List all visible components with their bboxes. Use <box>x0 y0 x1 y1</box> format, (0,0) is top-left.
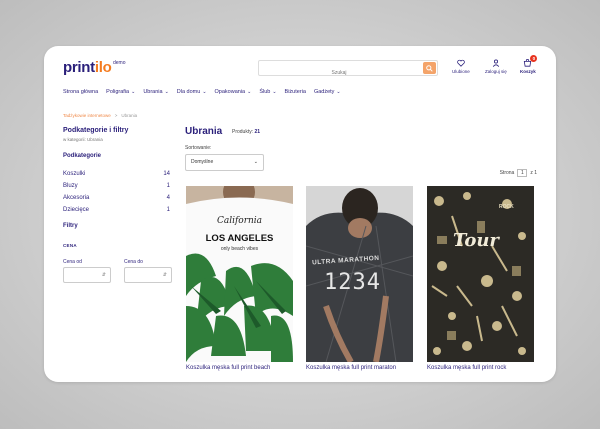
chevron-down-icon: ⌄ <box>272 89 277 95</box>
price-to-label: Cena do <box>124 259 143 265</box>
chevron-down-icon: ⌄ <box>247 89 252 95</box>
product-card-rock[interactable]: ROCK Tour Koszulka męska full print rock <box>427 186 534 371</box>
price-to-input[interactable]: ⇵ <box>124 267 172 283</box>
subcategory-koszulki[interactable]: Koszulki 14 <box>63 171 170 177</box>
sidebar-subtitle: w kategorii: Ubrania <box>63 137 103 142</box>
chevron-down-icon: ⌄ <box>253 159 258 165</box>
chevron-down-icon: ⌄ <box>336 89 341 95</box>
page-number-input[interactable]: 1 <box>517 169 528 177</box>
logo-demo-label: demo <box>113 60 126 66</box>
favorites-button[interactable]: Ulubione <box>452 59 470 74</box>
product-count: Produkty: 21 <box>232 129 261 135</box>
sort-select[interactable]: Domyślne ⌄ <box>185 154 264 171</box>
chevron-down-icon: ⌄ <box>131 89 136 95</box>
product-name[interactable]: Koszulka męska full print maraton <box>306 365 413 371</box>
nav-item-home[interactable]: Strona główna <box>63 89 98 95</box>
nav-item-gadzety[interactable]: Gadżety ⌄ <box>314 89 341 95</box>
subcategory-bluzy[interactable]: Bluzy 1 <box>63 183 170 189</box>
sort-label: Sortowanie: <box>185 145 212 151</box>
nav-item-dla-domu[interactable]: Dla domu ⌄ <box>177 89 207 95</box>
product-card-beach[interactable]: California LOS ANGELES only beach vibes … <box>186 186 293 371</box>
breadcrumb: Tadżykowie internetowe > Ubrania <box>63 113 137 118</box>
tshirt-rock-illustration <box>427 186 534 362</box>
price-from-label: Cena od <box>63 259 82 265</box>
breadcrumb-home[interactable]: Tadżykowie internetowe <box>63 113 111 118</box>
nav-item-slub[interactable]: Ślub ⌄ <box>259 89 276 95</box>
page-card: printilo demo Ulubione Zaloguj się 0 Kos… <box>44 46 556 382</box>
subcategory-dzieciece[interactable]: Dziecięce 1 <box>63 207 170 213</box>
product-name[interactable]: Koszulka męska full print beach <box>186 365 293 371</box>
page-title: Ubrania <box>185 126 223 137</box>
chevron-down-icon: ⌄ <box>202 89 207 95</box>
pager: Strona 1 z 1 <box>499 169 537 177</box>
product-image[interactable]: California LOS ANGELES only beach vibes <box>186 186 293 362</box>
chevron-down-icon: ⌄ <box>164 89 169 95</box>
nav-item-opakowania[interactable]: Opakowania ⌄ <box>215 89 252 95</box>
search-icon <box>426 64 433 72</box>
nav-item-poligrafia[interactable]: Poligrafia ⌄ <box>106 89 135 95</box>
heart-icon <box>457 59 465 67</box>
logo[interactable]: printilo <box>63 59 112 76</box>
search-input[interactable] <box>259 66 419 80</box>
breadcrumb-separator: > <box>114 113 118 118</box>
tshirt-beach-illustration <box>186 186 293 362</box>
search-bar <box>258 60 438 80</box>
nav-item-ubrania[interactable]: Ubrania ⌄ <box>143 89 168 95</box>
main-nav: Strona główna Poligrafia ⌄ Ubrania ⌄ Dla d… <box>63 89 349 95</box>
filters-heading: Filtry <box>63 223 78 229</box>
sidebar-title: Podkategorie i filtry <box>63 127 129 134</box>
price-from-input[interactable]: ⇵ <box>63 267 111 283</box>
nav-item-bizuteria[interactable]: Biżuteria <box>285 89 306 95</box>
subcategory-akcesoria[interactable]: Akcesoria 4 <box>63 195 170 201</box>
product-name[interactable]: Koszulka męska full print rock <box>427 365 534 371</box>
subcategories-heading: Podkategorie <box>63 153 102 159</box>
price-heading: CENA <box>63 243 77 248</box>
breadcrumb-current: Ubrania <box>121 113 138 118</box>
login-button[interactable]: Zaloguj się <box>485 59 507 74</box>
product-image[interactable]: ROCK Tour <box>427 186 534 362</box>
cart-count-badge: 0 <box>530 55 538 62</box>
cart-button[interactable]: 0 Koszyk <box>520 55 538 74</box>
product-image[interactable]: ULTRA MARATHON 1234 <box>306 186 413 362</box>
product-card-maraton[interactable]: ULTRA MARATHON 1234 Koszulka męska full … <box>306 186 413 371</box>
search-button[interactable] <box>423 62 436 74</box>
user-icon <box>492 59 499 67</box>
stepper-icon: ⇵ <box>101 272 106 278</box>
stepper-icon: ⇵ <box>162 272 167 278</box>
